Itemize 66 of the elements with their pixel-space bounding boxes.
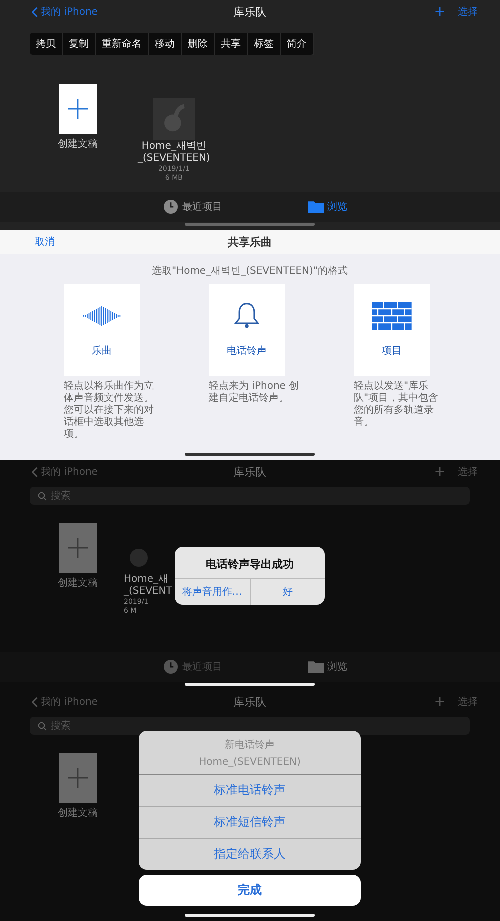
folder-icon (308, 200, 324, 214)
option-description: 轻点来为 iPhone 创建自定电话铃声。 (209, 381, 300, 405)
add-button[interactable]: + (434, 694, 446, 710)
file-name: _(SEVENTEEN) (138, 153, 210, 164)
cancel-button[interactable]: 取消 (35, 235, 55, 249)
alert-button[interactable]: 将声音用作… (175, 579, 250, 605)
back-link[interactable]: 我的 iPhone (32, 5, 98, 19)
alert-button[interactable]: 好 (250, 579, 325, 605)
tile-label: 创建文稿 (58, 806, 98, 820)
add-button[interactable]: + (434, 4, 446, 20)
menu-item[interactable]: 共享 (215, 33, 248, 55)
select-button[interactable]: 选择 (458, 465, 478, 479)
folder-icon (308, 660, 324, 674)
back-chevron-icon (32, 466, 38, 478)
search-icon (38, 492, 47, 500)
search-icon (38, 722, 47, 730)
clock-icon (162, 200, 178, 214)
back-chevron-icon (32, 6, 38, 18)
brick-wall-icon (372, 302, 412, 330)
back-chevron-icon (32, 696, 38, 708)
create-document-tile[interactable] (59, 523, 97, 573)
tab-item[interactable]: 最近项目 (162, 200, 222, 214)
tab-item[interactable]: 浏览 (308, 200, 348, 214)
create-document-tile[interactable] (59, 753, 97, 803)
sheet-option[interactable]: 标准电话铃声 (139, 775, 361, 807)
alert-title: 电话铃声导出成功 (205, 557, 295, 573)
plus-icon (68, 768, 88, 788)
sheet-option[interactable]: 标准短信铃声 (139, 807, 361, 839)
format-option-card[interactable]: 乐曲 (64, 284, 140, 376)
create-document-tile[interactable] (59, 84, 97, 134)
select-button[interactable]: 选择 (458, 695, 478, 709)
file-name: _(SEVENT (124, 586, 172, 597)
search-field[interactable]: 搜索 (30, 487, 470, 505)
plus-icon (68, 99, 88, 119)
nav-title: 库乐队 (234, 464, 266, 480)
menu-item[interactable]: 拷贝 (30, 33, 63, 55)
menu-item[interactable]: 标签 (248, 33, 281, 55)
plus-icon (68, 538, 88, 558)
tile-label: 创建文稿 (58, 138, 98, 151)
menu-item[interactable]: 简介 (281, 33, 314, 55)
tab-item[interactable]: 最近项目 (162, 660, 222, 674)
format-option-card[interactable]: 项目 (354, 284, 430, 376)
back-link[interactable]: 我的 iPhone (32, 465, 98, 479)
nav-title: 库乐队 (234, 694, 266, 710)
menu-item[interactable]: 复制 (63, 33, 96, 55)
option-description: 轻点以将乐曲作为立体声音频文件发送。您可以在接下来的对话框中选取其他选项。 (64, 381, 155, 441)
file-name: Home_새 (124, 574, 169, 585)
add-button[interactable]: + (434, 464, 446, 480)
sheet-title: 共享乐曲 (228, 234, 272, 250)
nav-title: 库乐队 (234, 4, 266, 20)
tab-item[interactable]: 浏览 (308, 660, 348, 674)
sheet-title: 新电话铃声 (225, 738, 275, 752)
sheet-subtitle: Home_(SEVENTEEN) (199, 757, 301, 768)
sheet-option[interactable]: 指定给联系人 (139, 839, 361, 870)
file-name: Home_새벽빈 (142, 141, 206, 152)
option-description: 轻点以发送"库乐队"项目，其中包含您的所有多轨道录音。 (354, 381, 440, 429)
done-button[interactable]: 完成 (139, 875, 361, 906)
back-link[interactable]: 我的 iPhone (32, 695, 98, 709)
prompt-text: 选取"Home_새벽빈_(SEVENTEEN)"的格式 (150, 264, 350, 278)
clock-icon (162, 660, 178, 674)
format-option-card[interactable]: 电话铃声 (209, 284, 285, 376)
select-button[interactable]: 选择 (458, 5, 478, 19)
menu-item[interactable]: 移动 (149, 33, 182, 55)
menu-item[interactable]: 删除 (182, 33, 215, 55)
menu-item[interactable]: 重新命名 (96, 33, 149, 55)
tile-label: 创建文稿 (58, 576, 98, 590)
